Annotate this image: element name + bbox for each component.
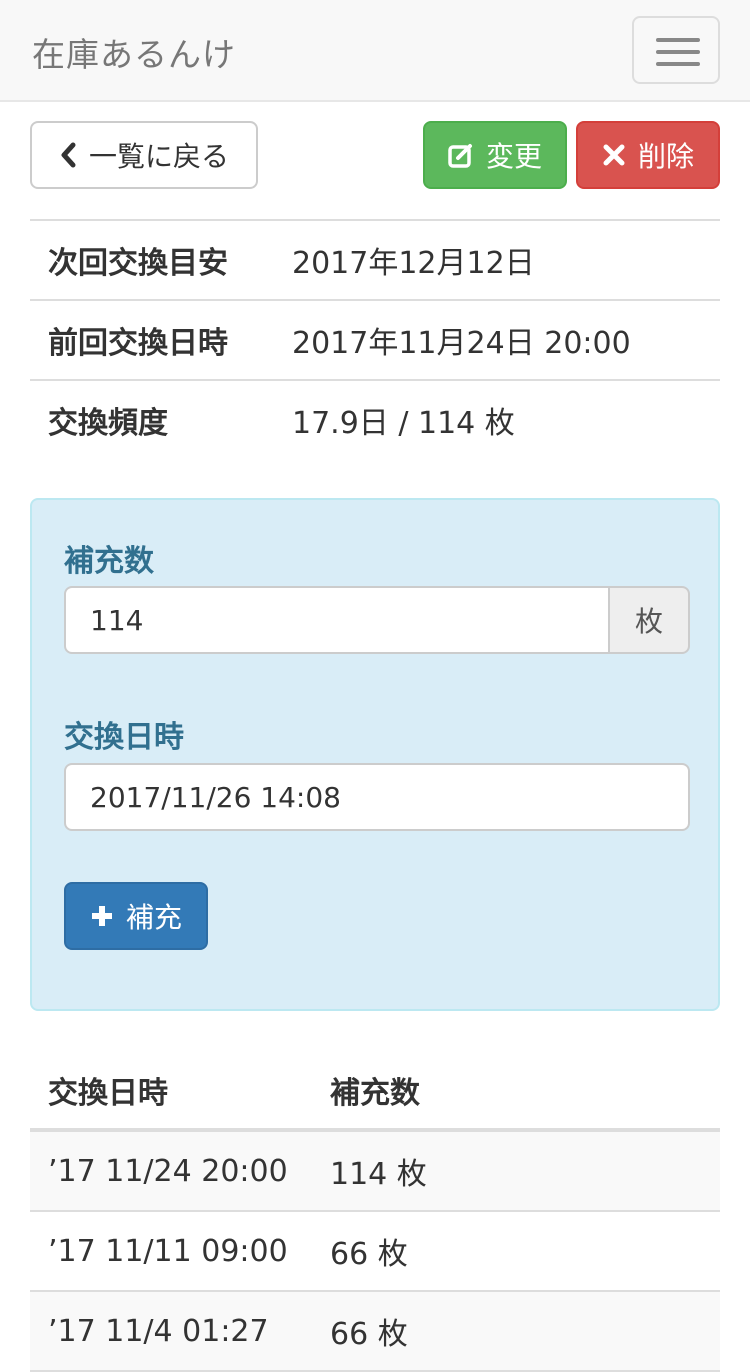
delete-button-label: 削除 [637, 140, 694, 173]
refill-button-label: 補充 [125, 901, 182, 934]
plus-icon [91, 906, 112, 926]
back-to-list-button[interactable]: 一覧に戻る [30, 121, 258, 189]
hamburger-icon-bar [656, 62, 700, 66]
hamburger-icon [656, 38, 700, 42]
edit-icon [448, 144, 472, 168]
refill-button[interactable]: 補充 [64, 882, 208, 950]
close-icon [603, 144, 625, 166]
detail-row-last-exchange: 前回交換日時 2017年11月24日 20:00 [30, 299, 720, 379]
detail-key: 前回交換日時 [48, 326, 228, 361]
history-quantity: 66 枚 [330, 1317, 408, 1352]
delete-button[interactable]: 削除 [576, 121, 720, 189]
detail-value: 2017年12月12日 [292, 246, 535, 281]
detail-key: 交換頻度 [48, 406, 168, 441]
exchange-datetime-input[interactable]: 2017/11/26 14:08 [64, 763, 690, 831]
app-title[interactable]: 在庫あるんけ [32, 28, 236, 76]
refill-form-panel: 補充数 114 枚 交換日時 2017/11/26 14:08 補充 [30, 498, 720, 1011]
edit-button-label: 変更 [485, 140, 542, 173]
history-quantity: 114 枚 [330, 1157, 427, 1192]
history-datetime: ’17 11/11 09:00 [48, 1233, 288, 1269]
history-datetime: ’17 11/24 20:00 [48, 1153, 288, 1189]
detail-table: 次回交換目安 2017年12月12日 前回交換日時 2017年11月24日 20… [30, 219, 720, 459]
chevron-left-icon [61, 142, 76, 168]
history-header-row: 交換日時 補充数 [30, 1052, 720, 1132]
exchange-datetime-label: 交換日時 [64, 720, 184, 755]
quantity-input[interactable]: 114 [64, 586, 610, 654]
quantity-input-group: 114 枚 [64, 586, 690, 654]
back-button-label: 一覧に戻る [88, 140, 229, 173]
edit-button[interactable]: 変更 [423, 121, 567, 189]
navbar: 在庫あるんけ [0, 0, 750, 102]
history-table: 交換日時 補充数 ’17 11/24 20:00 114 枚 ’17 11/11… [30, 1052, 720, 1372]
quantity-unit-addon: 枚 [610, 586, 690, 654]
detail-key: 次回交換目安 [48, 246, 228, 281]
table-row: ’17 11/4 01:27 66 枚 [30, 1292, 720, 1372]
detail-row-frequency: 交換頻度 17.9日 / 114 枚 [30, 379, 720, 459]
history-datetime: ’17 11/4 01:27 [48, 1313, 269, 1349]
column-header-datetime: 交換日時 [48, 1076, 168, 1111]
column-header-quantity: 補充数 [330, 1076, 420, 1111]
table-row: ’17 11/11 09:00 66 枚 [30, 1212, 720, 1292]
detail-row-next-exchange: 次回交換目安 2017年12月12日 [30, 219, 720, 299]
hamburger-icon-bar [656, 50, 700, 54]
table-row: ’17 11/24 20:00 114 枚 [30, 1132, 720, 1212]
history-quantity: 66 枚 [330, 1237, 408, 1272]
detail-value: 2017年11月24日 20:00 [292, 326, 631, 361]
menu-toggle-button[interactable] [632, 16, 720, 84]
quantity-label: 補充数 [64, 544, 154, 579]
detail-value: 17.9日 / 114 枚 [292, 406, 515, 441]
